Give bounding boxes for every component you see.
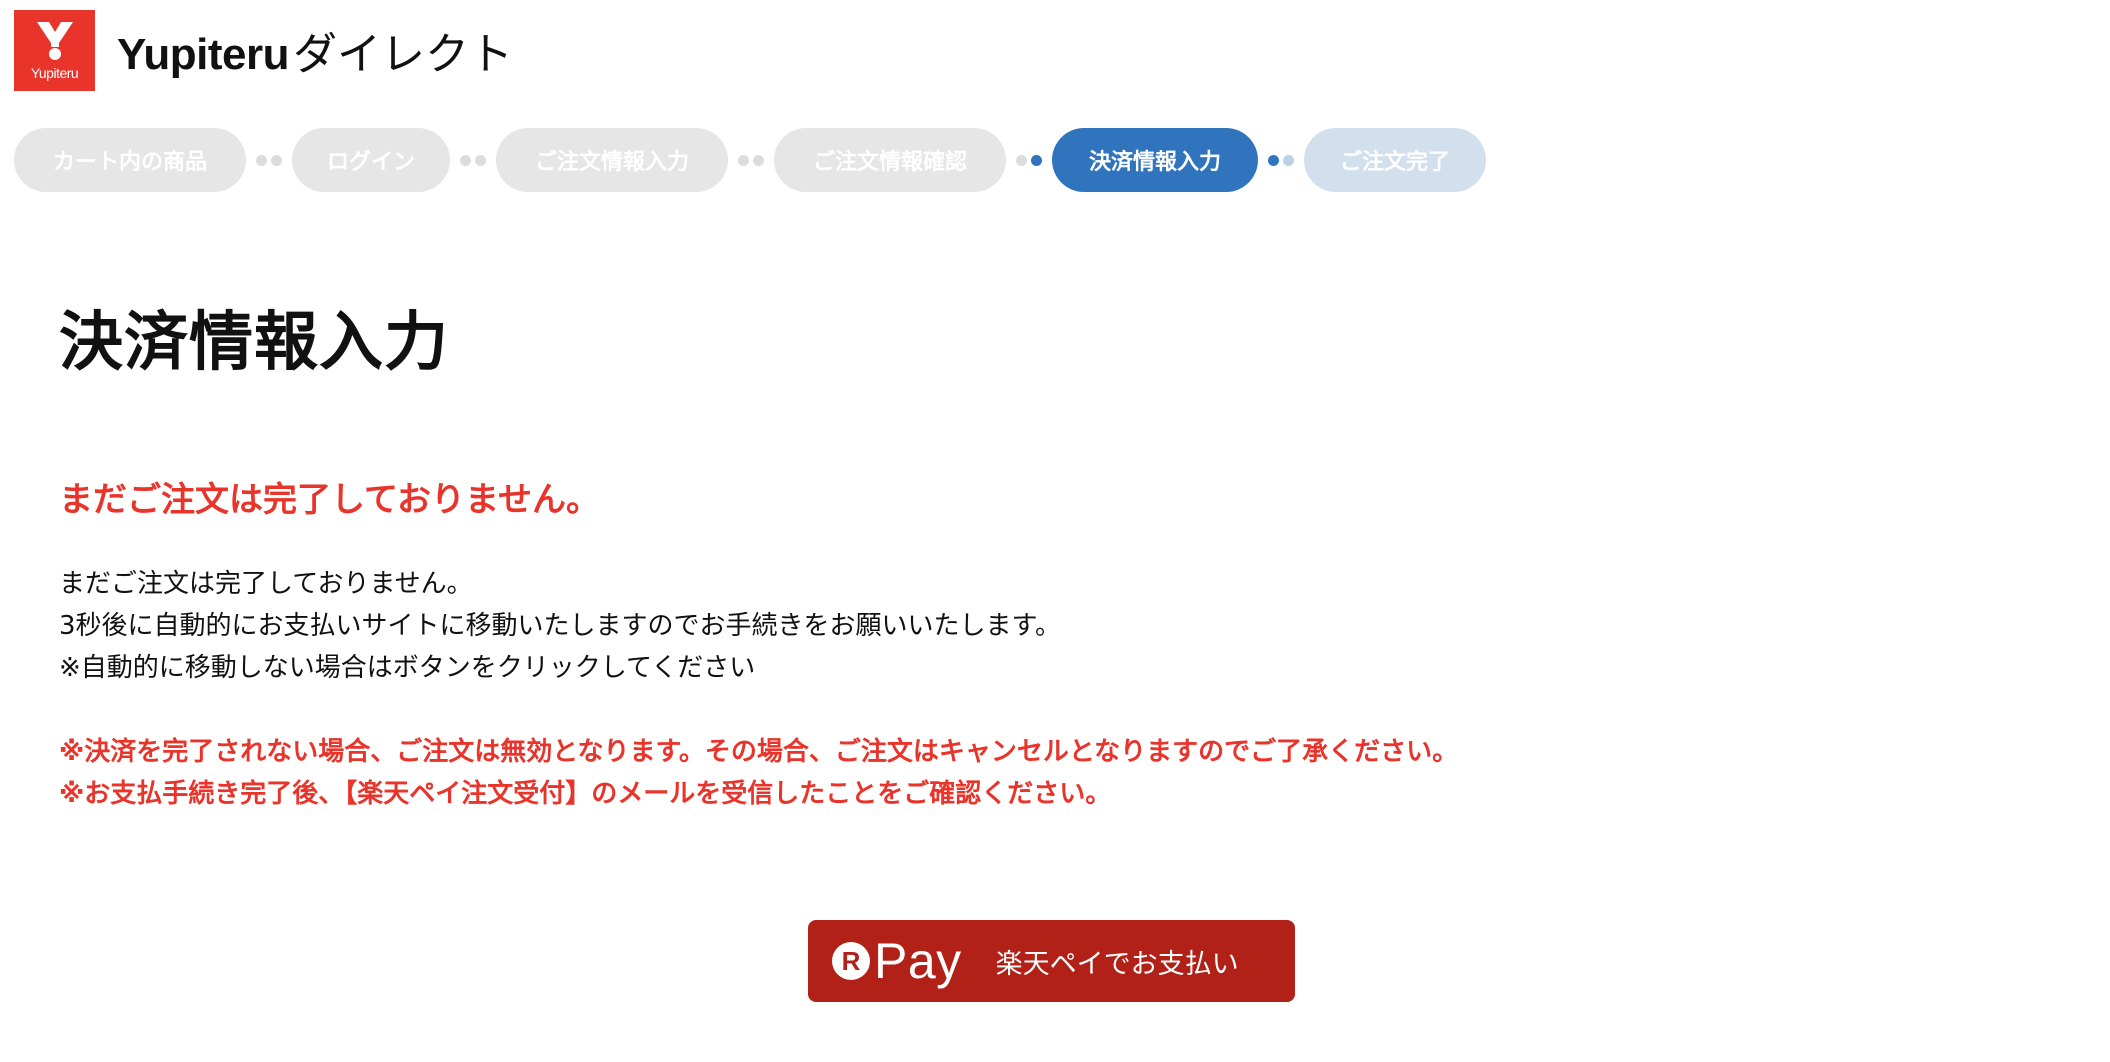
brand-name[interactable]: Yupiteru ダイレクト xyxy=(117,18,513,82)
connector-dot xyxy=(1031,154,1042,166)
connector-dot xyxy=(1016,154,1027,166)
rakuten-pay-button[interactable]: R Pay 楽天ペイでお支払い xyxy=(808,920,1295,1002)
rakuten-r-icon: R xyxy=(832,942,870,980)
logo-wordmark: Yupiteru xyxy=(30,64,79,81)
step-connector xyxy=(1006,154,1052,166)
connector-dot xyxy=(256,154,267,166)
page-title: 決済情報入力 xyxy=(59,306,449,380)
message-line: 3秒後に自動的にお支払いサイトに移動いたしますのでお手続きをお願いいたします。 xyxy=(59,611,1061,641)
step-order-input: ご注文情報入力 xyxy=(496,128,728,192)
step-connector xyxy=(728,154,774,166)
page: Yupiteru Yupiteru ダイレクト カート内の商品 ログイン ご注文… xyxy=(0,0,2110,1062)
brand-kana: ダイレクト xyxy=(293,29,514,80)
brand-latin: Yupiteru xyxy=(117,30,290,79)
connector-dot xyxy=(738,154,749,166)
step-connector xyxy=(450,154,496,166)
connector-dot xyxy=(1268,154,1279,166)
pay-button-label: 楽天ペイでお支払い xyxy=(995,948,1239,980)
connector-dot xyxy=(753,154,764,166)
step-login: ログイン xyxy=(292,128,450,192)
redirect-message: まだご注文は完了しておりません。 3秒後に自動的にお支払いサイトに移動いたします… xyxy=(59,563,1061,689)
note-line: ※決済を完了されない場合、ご注文は無効となります。その場合、ご注文はキャンセルと… xyxy=(59,737,1459,767)
note-line: ※お支払手続き完了後、【楽天ペイ注文受付】のメールを受信したことをご確認ください… xyxy=(59,779,1112,809)
connector-dot xyxy=(460,154,471,166)
message-line: ※自動的に移動しない場合はボタンをクリックしてください xyxy=(59,653,756,683)
message-line: まだご注文は完了しておりません。 xyxy=(59,569,473,599)
step-connector xyxy=(246,154,292,166)
step-connector xyxy=(1258,154,1304,166)
yupiteru-logo[interactable]: Yupiteru xyxy=(14,9,95,91)
connector-dot xyxy=(1283,154,1294,166)
order-not-complete-heading: まだご注文は完了しておりません。 xyxy=(59,480,600,520)
connector-dot xyxy=(475,154,486,166)
step-payment-input: 決済情報入力 xyxy=(1052,128,1258,192)
checkout-steps: カート内の商品 ログイン ご注文情報入力 ご注文情報確認 決済情報入力 ご注文完… xyxy=(14,128,1486,192)
step-cart: カート内の商品 xyxy=(14,128,246,192)
pay-wordmark: Pay xyxy=(874,933,962,989)
step-order-confirm: ご注文情報確認 xyxy=(774,128,1006,192)
payment-notes: ※決済を完了されない場合、ご注文は無効となります。その場合、ご注文はキャンセルと… xyxy=(59,731,1458,815)
site-header: Yupiteru Yupiteru ダイレクト xyxy=(14,9,513,91)
connector-dot xyxy=(271,154,282,166)
step-order-complete: ご注文完了 xyxy=(1304,128,1486,192)
logo-y-mark-icon xyxy=(36,21,73,60)
